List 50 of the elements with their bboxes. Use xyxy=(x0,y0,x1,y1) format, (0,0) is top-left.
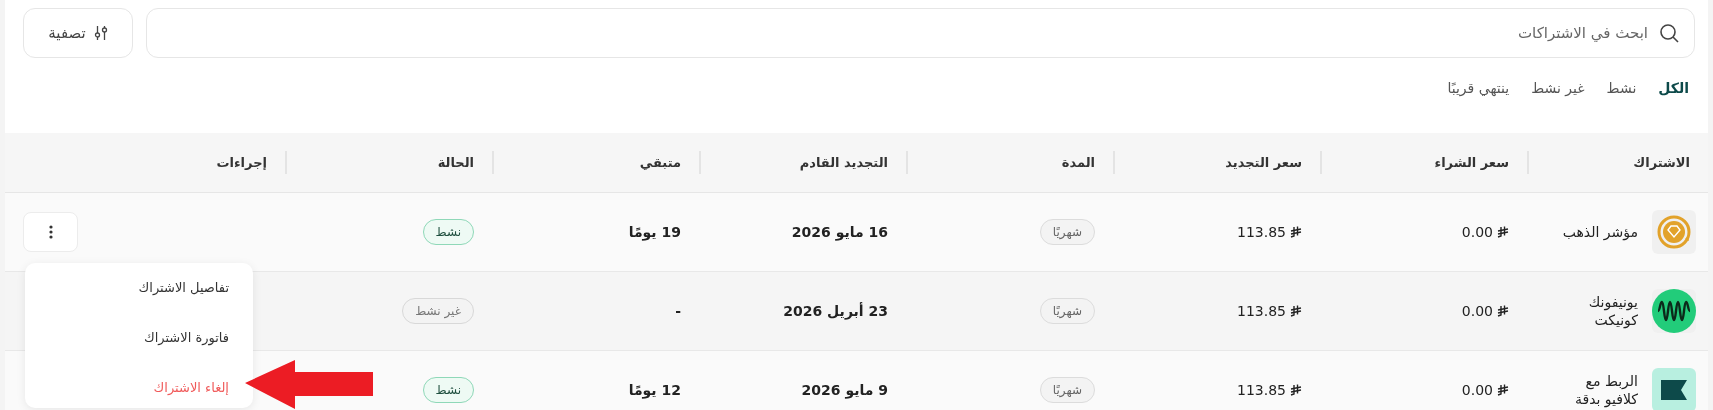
duration-tag: شهريًا xyxy=(1039,377,1095,403)
purchase-price: 0.00 xyxy=(1461,224,1509,240)
status-tag: غير نشط xyxy=(402,298,474,324)
riyal-icon xyxy=(1497,305,1509,317)
riyal-icon xyxy=(1497,384,1509,396)
remaining-days: 19 يومًا xyxy=(628,224,681,240)
next-renewal-date: 9 مايو 2026 xyxy=(801,382,888,398)
remaining-days: - xyxy=(675,303,681,319)
wave-logo xyxy=(1652,289,1696,333)
more-button[interactable] xyxy=(23,212,78,252)
flag-logo xyxy=(1652,368,1696,410)
renewal-price: 113.85 xyxy=(1237,303,1302,319)
status-tag: نشط xyxy=(422,377,474,403)
purchase-price: 0.00 xyxy=(1461,303,1509,319)
column-header: الحالة xyxy=(437,155,474,170)
riyal-icon xyxy=(1497,226,1509,238)
more-icon xyxy=(48,225,53,239)
column-header: سعر التجديد xyxy=(1225,155,1302,170)
column-header: المدة xyxy=(1061,155,1095,170)
filter-tab[interactable]: الكل xyxy=(1658,80,1689,96)
next-renewal-date: 23 أبريل 2026 xyxy=(783,303,888,319)
duration-tag: شهريًا xyxy=(1039,219,1095,245)
column-header: إجراءات xyxy=(216,155,267,170)
column-header: التجديد القادم xyxy=(799,155,888,170)
search-icon xyxy=(1659,23,1679,43)
subscription-name: يونيفونك كونيكت xyxy=(1587,292,1638,330)
renewal-price: 113.85 xyxy=(1237,382,1302,398)
status-tag: نشط xyxy=(422,219,474,245)
duration-tag: شهريًا xyxy=(1039,298,1095,324)
column-header: سعر الشراء xyxy=(1434,155,1509,170)
next-renewal-date: 16 مايو 2026 xyxy=(791,224,888,240)
column-header: الاشتراك xyxy=(1633,155,1690,170)
filter-button[interactable]: تصفية xyxy=(23,8,133,58)
riyal-icon xyxy=(1290,226,1302,238)
riyal-icon xyxy=(1290,384,1302,396)
subscription-name: الربط مع كلافيو بدقة xyxy=(1573,371,1638,409)
remaining-days: 12 يومًا xyxy=(628,382,681,398)
filter-tab[interactable]: ينتهي قريبًا xyxy=(1447,80,1510,96)
filter-tab[interactable]: نشط xyxy=(1606,80,1637,96)
purchase-price: 0.00 xyxy=(1461,382,1509,398)
search-field[interactable]: ابحث في الاشتراكات xyxy=(146,8,1695,58)
diamond-logo xyxy=(1652,210,1696,254)
filter-tab[interactable]: غير نشط xyxy=(1531,80,1585,96)
subscription-name: مؤشر الذهب xyxy=(1561,222,1638,242)
column-header: متبقي xyxy=(639,155,681,170)
renewal-price: 113.85 xyxy=(1237,224,1302,240)
menu-item[interactable]: فاتورة الاشتراك xyxy=(143,325,229,349)
menu-item[interactable]: تفاصيل الاشتراك xyxy=(138,275,229,299)
riyal-icon xyxy=(1290,305,1302,317)
sliders-icon xyxy=(93,25,108,41)
